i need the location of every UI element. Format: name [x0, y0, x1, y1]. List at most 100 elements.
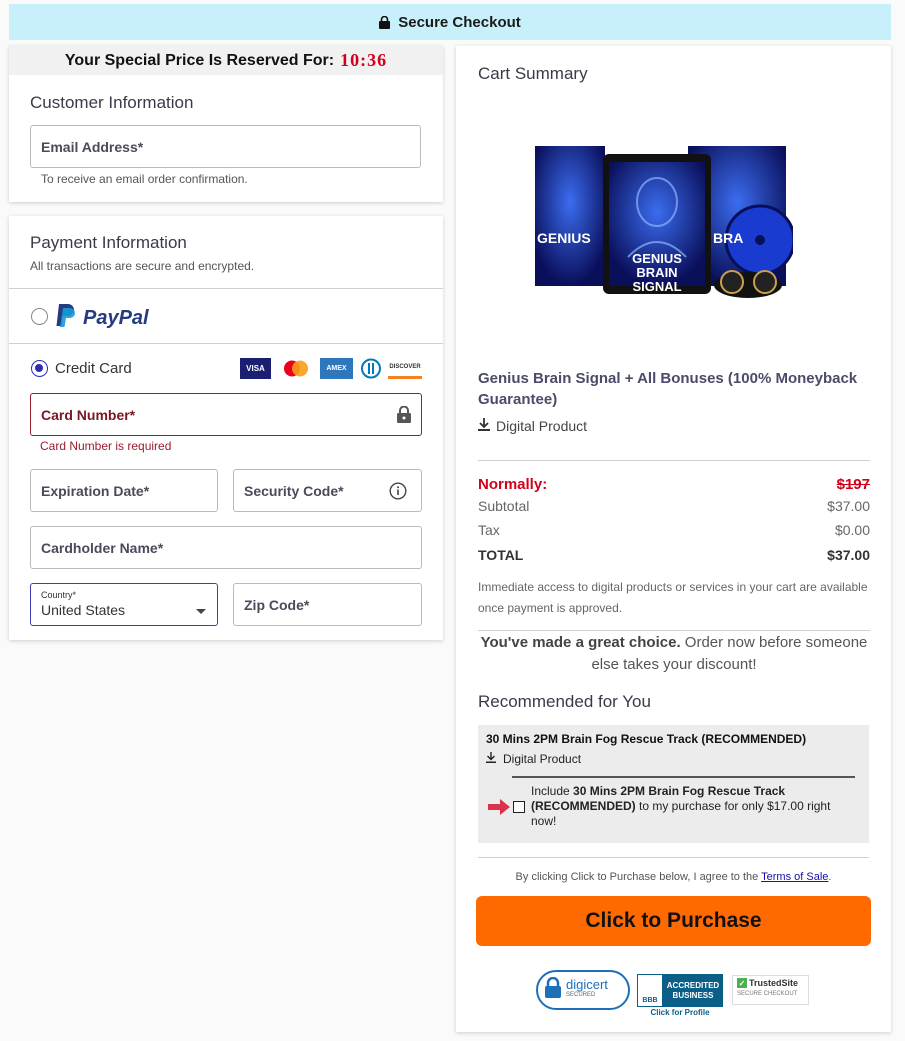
credit-card-radio[interactable] [31, 360, 48, 377]
tax-row: Tax $0.00 [478, 522, 870, 538]
cart-summary-title: Cart Summary [478, 64, 588, 83]
diners-icon [359, 358, 383, 379]
payment-info-card: Payment Information All transactions are… [9, 216, 443, 640]
card-number-field[interactable]: Card Number* [30, 393, 422, 436]
terms-text: By clicking Click to Purchase below, I a… [456, 871, 891, 883]
download-icon [486, 752, 496, 766]
total-label: TOTAL [478, 547, 524, 563]
payment-subtitle: All transactions are secure and encrypte… [30, 259, 255, 273]
divider [512, 776, 855, 778]
secure-checkout-bar: Secure Checkout [9, 4, 891, 40]
normally-label: Normally: [478, 476, 548, 493]
bbb-badge[interactable]: BBB ACCREDITED BUSINESS [637, 974, 723, 1007]
security-code-label: Security Code* [244, 482, 344, 499]
country-label: Country* [41, 590, 77, 600]
rec-item-type: Digital Product [486, 752, 581, 766]
rec-item-type-label: Digital Product [503, 752, 582, 766]
product-type: Digital Product [478, 418, 587, 434]
divider [478, 460, 870, 461]
include-text-pre: Include [531, 784, 574, 798]
lock-icon [379, 15, 391, 29]
credit-card-label[interactable]: Credit Card [55, 360, 132, 377]
bbb-click-profile[interactable]: Click for Profile [637, 1008, 723, 1017]
divider [478, 857, 869, 858]
subtotal-label: Subtotal [478, 498, 530, 514]
trustedsite-sub: SECURE CHECKOUT [737, 991, 798, 997]
security-code-field[interactable]: Security Code* [233, 469, 422, 512]
paypal-radio[interactable] [31, 308, 48, 325]
card-number-error: Card Number is required [40, 439, 172, 453]
bbb-line1: ACCREDITED [666, 980, 720, 990]
mastercard-icon [280, 358, 312, 379]
product-type-label: Digital Product [496, 418, 588, 434]
country-value: United States [41, 602, 126, 618]
paypal-logo-icon [55, 303, 77, 333]
purchase-button-label: Click to Purchase [585, 909, 762, 932]
product-image: GENIUS GENIUS BRAIN SIGNAL BRA [533, 142, 796, 302]
payment-info-title: Payment Information [30, 233, 187, 252]
info-icon[interactable] [389, 482, 407, 503]
email-label: Email Address* [41, 138, 144, 155]
discover-icon: DISCOVER [388, 358, 422, 379]
recommended-box: 30 Mins 2PM Brain Fog Rescue Track (RECO… [478, 725, 869, 843]
total-row: TOTAL $37.00 [478, 547, 870, 563]
include-text: Include 30 Mins 2PM Brain Fog Rescue Tra… [531, 784, 856, 829]
cardholder-name-field[interactable]: Cardholder Name* [30, 526, 422, 569]
tax-value: $0.00 [834, 522, 870, 538]
click-to-purchase-button[interactable]: Click to Purchase [476, 896, 871, 946]
great-choice-bold: You've made a great choice. [480, 634, 681, 651]
trustedsite-label: TrustedSite [749, 978, 799, 988]
cardholder-label: Cardholder Name* [41, 539, 164, 556]
divider [478, 630, 870, 631]
product-image-text-left: GENIUS [537, 230, 591, 246]
card-number-label: Card Number* [41, 406, 136, 423]
terms-pre: By clicking Click to Purchase below, I a… [515, 871, 762, 883]
digicert-label: digicert [566, 977, 608, 992]
customer-info-title: Customer Information [30, 93, 194, 112]
email-field[interactable]: Email Address* [30, 125, 421, 168]
zip-label: Zip Code* [244, 596, 310, 613]
product-name: Genius Brain Signal + All Bonuses (100% … [478, 370, 858, 408]
product-image-text-right: BRA [713, 230, 744, 246]
include-checkbox[interactable] [513, 801, 525, 813]
great-choice-message: You've made a great choice. Order now be… [478, 632, 870, 676]
subtotal-row: Subtotal $37.00 [478, 498, 870, 514]
paypal-option[interactable]: PayPal [55, 303, 149, 333]
product-image-text-center: GENIUS BRAIN SIGNAL [632, 251, 682, 294]
email-help-text: To receive an email order confirmation. [41, 172, 248, 186]
tax-label: Tax [478, 522, 500, 538]
rec-item-name: 30 Mins 2PM Brain Fog Rescue Track (RECO… [486, 732, 807, 746]
customer-info-card: Your Special Price Is Reserved For: 10:3… [9, 46, 443, 202]
trustedsite-badge[interactable]: ✓ TrustedSite SECURE CHECKOUT [732, 975, 809, 1005]
timer-label: Your Special Price Is Reserved For: [64, 51, 335, 69]
expiration-label: Expiration Date* [41, 482, 150, 499]
access-note: Immediate access to digital products or … [478, 580, 868, 615]
secure-checkout-label: Secure Checkout [398, 13, 521, 31]
bbb-line2: BUSINESS [672, 990, 714, 1000]
expiration-date-field[interactable]: Expiration Date* [30, 469, 218, 512]
country-select[interactable]: Country* United States [30, 583, 218, 626]
paypal-label: PayPal [83, 306, 149, 329]
check-icon: ✓ [737, 978, 747, 988]
terms-of-sale-link[interactable]: Terms of Sale [761, 871, 828, 883]
terms-post: . [828, 871, 832, 883]
price-timer: Your Special Price Is Reserved For: 10:3… [9, 46, 443, 75]
normally-row: Normally: $197 [478, 476, 870, 493]
chevron-down-icon [196, 602, 206, 618]
divider [9, 288, 443, 289]
arrow-right-icon [488, 799, 510, 820]
digicert-badge[interactable]: digicert SECURED [536, 970, 630, 1010]
zip-code-field[interactable]: Zip Code* [233, 583, 422, 626]
cart-summary-card: Cart Summary GENIUS GENIUS BRAIN SIGNAL … [456, 46, 891, 1032]
visa-icon: VISA [240, 358, 271, 379]
normally-price: $197 [836, 476, 870, 493]
download-icon [478, 418, 490, 434]
recommended-title: Recommended for You [478, 692, 651, 711]
total-value: $37.00 [827, 547, 870, 563]
subtotal-value: $37.00 [827, 498, 870, 514]
divider [9, 343, 443, 344]
padlock-icon [544, 976, 562, 1004]
timer-value: 10:36 [340, 50, 388, 70]
bbb-logo-icon: BBB [637, 974, 663, 1007]
amex-icon: AMEX [320, 358, 353, 379]
